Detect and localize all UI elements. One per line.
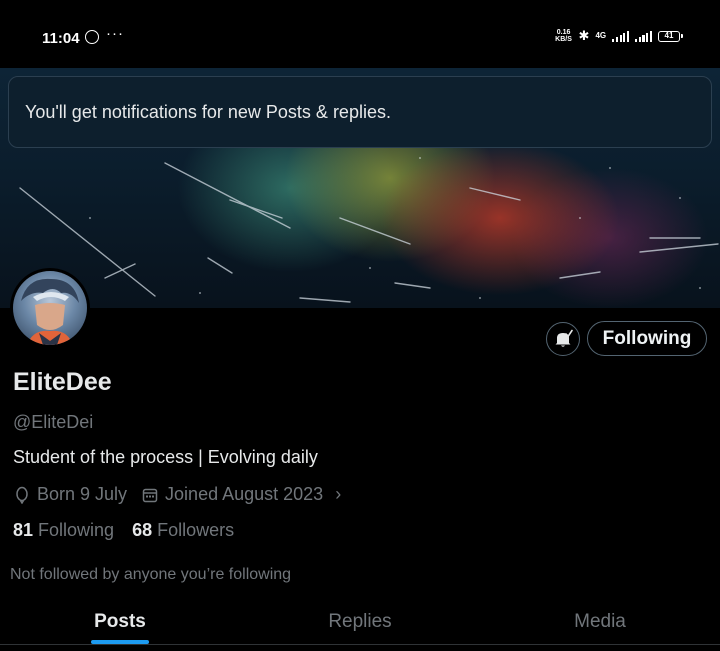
- user-handle: @EliteDei: [13, 412, 94, 432]
- more-notifications-icon: ···: [106, 25, 124, 42]
- battery-level: 41: [664, 30, 674, 40]
- follow-stats: 81 Following 68 Followers: [13, 520, 234, 541]
- status-bar: 11:04 ··· 0.16 KB/S ✱ 4G 41: [0, 0, 720, 68]
- profile-tabs: Posts Replies Media: [0, 600, 720, 644]
- signal-icon: [612, 30, 630, 42]
- network-speed-unit: KB/S: [555, 36, 572, 43]
- bell-icon: [555, 329, 573, 347]
- tab-posts[interactable]: Posts: [0, 600, 240, 644]
- display-name: EliteDee: [13, 368, 112, 396]
- followers-stat[interactable]: 68 Followers: [132, 520, 234, 541]
- avatar-image: [13, 271, 87, 345]
- notification-bell-button[interactable]: [546, 322, 580, 356]
- profile-bio: Student of the process | Evolving daily: [13, 447, 318, 467]
- network-speed-value: 0.16: [556, 29, 571, 36]
- network-type: 4G: [595, 31, 607, 40]
- following-button[interactable]: Following: [587, 321, 707, 356]
- tabs-divider: [0, 644, 720, 645]
- notification-toast: You'll get notifications for new Posts &…: [8, 76, 712, 148]
- following-count: 81: [13, 520, 34, 540]
- toast-message: You'll get notifications for new Posts &…: [25, 101, 391, 122]
- following-label: Following: [38, 520, 115, 540]
- bluetooth-icon: ✱: [578, 28, 590, 43]
- avatar[interactable]: [10, 268, 90, 348]
- tab-media[interactable]: Media: [480, 600, 720, 644]
- followers-label: Followers: [157, 520, 235, 540]
- status-time: 11:04: [42, 30, 80, 47]
- battery-icon: 41: [658, 30, 683, 42]
- joined-date: Joined August 2023: [165, 484, 324, 504]
- birthday-text: Born 9 July: [37, 484, 128, 504]
- following-stat[interactable]: 81 Following: [13, 520, 114, 541]
- birthday-icon: [13, 486, 31, 504]
- profile-meta: Born 9 July Joined August 2023 ›: [13, 484, 341, 505]
- whatsapp-icon: [85, 30, 99, 44]
- avatar-illustration: [21, 278, 79, 345]
- calendar-icon: [141, 486, 159, 504]
- network-speed: 0.16 KB/S: [555, 29, 573, 43]
- not-followed-notice: Not followed by anyone you’re following: [10, 566, 292, 583]
- tab-replies[interactable]: Replies: [240, 600, 480, 644]
- status-indicators: 0.16 KB/S ✱ 4G 41: [555, 28, 683, 43]
- chevron-right-icon[interactable]: ›: [335, 484, 341, 505]
- signal-icon-2: [635, 30, 652, 42]
- followers-count: 68: [132, 520, 153, 540]
